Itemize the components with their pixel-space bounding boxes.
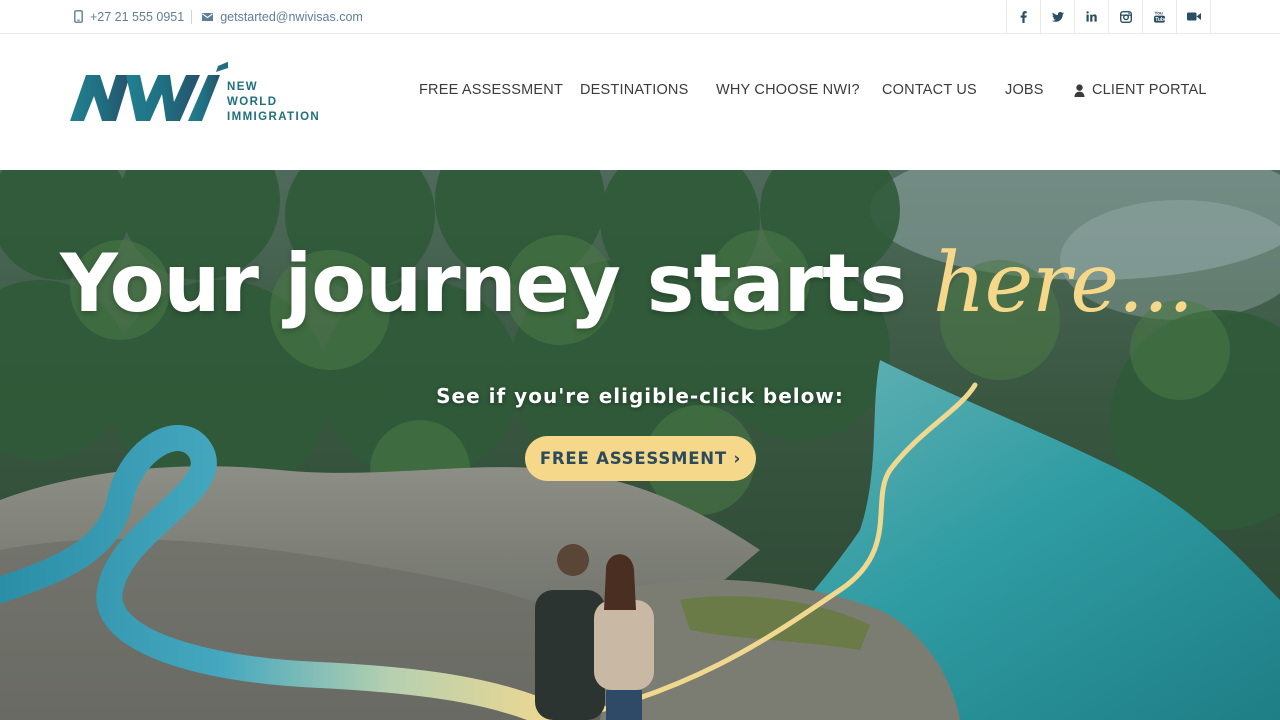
linkedin-button[interactable] <box>1075 0 1109 33</box>
contact-divider <box>191 9 193 24</box>
linkedin-icon <box>1086 11 1097 22</box>
hero-banner: Your journey starts here... See if you'r… <box>0 170 1280 720</box>
nav-client-portal[interactable]: CLIENT PORTAL <box>1074 82 1207 98</box>
contact-info: +27 21 555 0951 getstarted@nwivisas.com <box>74 0 363 33</box>
nav-free-assessment[interactable]: FREE ASSESSMENT <box>419 82 563 98</box>
mobile-phone-icon <box>74 10 83 23</box>
youtube-button[interactable]: You Tube <box>1143 0 1177 33</box>
social-links: You Tube <box>1006 0 1211 33</box>
logo-line-3: IMMIGRATION <box>227 111 321 123</box>
email-link[interactable]: getstarted@nwivisas.com <box>202 10 363 24</box>
nav-destinations[interactable]: DESTINATIONS <box>580 82 688 98</box>
headline-main: Your journey starts <box>60 237 933 330</box>
nav-why-choose-nwi[interactable]: WHY CHOOSE NWI? <box>716 82 860 98</box>
video-camera-icon <box>1186 12 1201 21</box>
nwi-logo[interactable]: NEW WORLD IMMIGRATION <box>68 60 324 124</box>
logo-line-1: NEW <box>227 81 259 93</box>
hero-headline: Your journey starts here... <box>60 236 1260 356</box>
logo-line-2: WORLD <box>227 96 278 108</box>
envelope-icon <box>202 12 214 21</box>
instagram-button[interactable] <box>1109 0 1143 33</box>
instagram-icon <box>1119 10 1132 23</box>
email-address: getstarted@nwivisas.com <box>220 9 363 24</box>
top-bar: +27 21 555 0951 getstarted@nwivisas.com <box>0 0 1280 34</box>
nwi-logo-mark <box>70 60 232 121</box>
phone-number: +27 21 555 0951 <box>90 9 185 24</box>
facebook-icon <box>1020 10 1027 23</box>
twitter-icon <box>1051 11 1064 22</box>
user-icon <box>1074 83 1085 97</box>
svg-text:You: You <box>1155 10 1164 15</box>
video-button[interactable] <box>1177 0 1211 33</box>
nav-jobs[interactable]: JOBS <box>1005 82 1044 98</box>
nav-client-portal-label: CLIENT PORTAL <box>1092 82 1207 98</box>
nav-contact-us[interactable]: CONTACT US <box>882 82 977 98</box>
svg-text:Tube: Tube <box>1155 17 1165 23</box>
site-header: NEW WORLD IMMIGRATION FREE ASSESSMENT DE… <box>0 34 1280 170</box>
youtube-icon: You Tube <box>1154 10 1165 23</box>
facebook-button[interactable] <box>1007 0 1041 33</box>
phone-link[interactable]: +27 21 555 0951 <box>74 10 184 24</box>
logo-wordmark: NEW WORLD IMMIGRATION <box>227 80 320 125</box>
hero-subheadline: See if you're eligible-click below: <box>436 384 844 408</box>
free-assessment-button[interactable]: FREE ASSESSMENT › <box>525 436 756 481</box>
twitter-button[interactable] <box>1041 0 1075 33</box>
headline-accent: here... <box>932 236 1194 331</box>
